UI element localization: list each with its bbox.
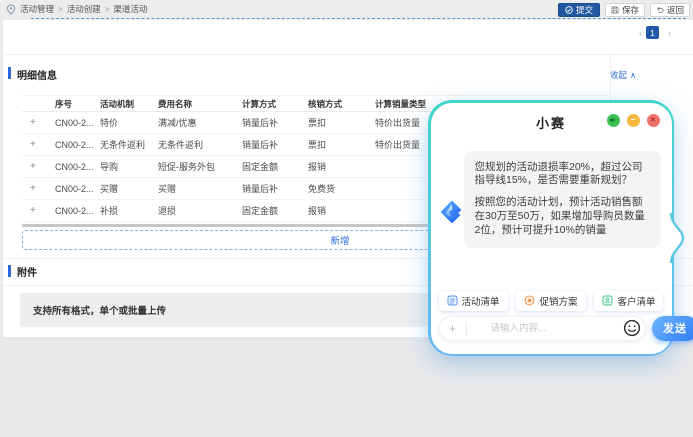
check-circle-icon [565,6,573,14]
chip-promo-plan[interactable]: 促销方案 [516,291,585,311]
assistant-message: 按照您的活动计划，预计活动销售额在30万至50万，如果增加导购员数量2位，预计可… [475,196,650,238]
bubble-tail [458,207,465,219]
cell-verify-method: 免费货 [303,182,370,195]
back-label: 返回 [667,4,684,16]
pagination-current-page[interactable]: 1 [646,26,659,39]
minimize-button[interactable]: − [627,114,640,127]
row-expand-icon[interactable]: + [22,183,50,194]
breadcrumb-item-activity-management[interactable]: 活动管理 [20,3,54,15]
save-label: 保存 [622,4,639,16]
collapse-label: 收起 [610,69,627,81]
header-seq: 序号 [50,98,95,110]
promotion-seal-icon [524,295,535,306]
upload-hint: 支持所有格式，单个或批量上传 [33,303,166,317]
chevron-up-icon: ∧ [630,70,636,81]
chip-label: 活动清单 [462,294,500,308]
chip-label: 客户清单 [617,294,655,308]
save-disk-icon [611,6,619,14]
cell-calc-method: 销量后补 [237,182,303,195]
cell-mechanism: 补损 [95,204,153,217]
submit-button[interactable]: 提交 [558,3,600,17]
back-button[interactable]: 返回 [650,3,690,17]
chip-activity-list[interactable]: 活动清单 [439,291,508,311]
close-button[interactable]: ✕ [647,114,660,127]
detail-section-title: 明细信息 [17,67,57,82]
breadcrumb-item-channel-activity[interactable]: 渠道活动 [113,3,147,15]
assistant-window-controls: − ✕ [607,114,660,127]
undo-arrow-icon [656,6,664,14]
assistant-message: 您规划的活动退损率20%，超过公司指导线15%，是否需要重新规划？ [475,161,650,189]
cell-mechanism: 导购 [95,160,153,173]
cell-fee-name: 退损 [153,204,237,217]
section-accent-bar [8,265,11,277]
cell-seq: CN00-2... [50,140,95,150]
save-button[interactable]: 保存 [605,3,645,17]
cell-seq: CN00-2... [50,118,95,128]
cell-fee-name: 买赠 [153,182,237,195]
breadcrumb-item-activity-create[interactable]: 活动创建 [67,3,101,15]
attach-plus-button[interactable]: + [440,321,466,336]
header-fee-name: 费用名称 [153,98,237,110]
attachment-section-title: 附件 [17,264,37,279]
assistant-panel: 小赛 − ✕ [431,103,672,354]
header-verify-method: 核销方式 [303,98,370,110]
cell-fee-name: 满减/优惠 [153,116,237,129]
submit-label: 提交 [576,4,593,16]
close-icon: ✕ [650,116,656,124]
section-accent-bar [8,67,11,79]
cell-calc-method: 销量后补 [237,116,303,129]
cell-fee-name: 无条件返利 [153,138,237,151]
cell-verify-method: 票扣 [303,116,370,129]
chip-label: 促销方案 [539,294,577,308]
speaker-icon [609,116,617,124]
row-expand-icon[interactable]: + [22,139,50,150]
cell-seq: CN00-2... [50,206,95,216]
chip-customer-list[interactable]: 客户清单 [594,291,663,311]
cell-verify-method: 票扣 [303,138,370,151]
activity-list-icon [447,295,458,306]
customer-badge-icon [602,295,613,306]
cell-mechanism: 买赠 [95,182,153,195]
message-input[interactable] [467,323,623,334]
cell-verify-method: 报销 [303,204,370,217]
assistant-message-bubble: 您规划的活动退损率20%，超过公司指导线15%，是否需要重新规划？ 按照您的活动… [464,151,661,248]
breadcrumb-separator: > [105,5,110,14]
assistant-input-row: + 发送 [439,316,664,341]
quick-action-chips: 活动清单 促销方案 客户清单 [439,291,664,311]
header-calc-method: 计算方式 [237,98,303,110]
cell-seq: CN00-2... [50,162,95,172]
breadcrumb-separator: > [58,5,63,14]
row-expand-icon[interactable]: + [22,161,50,172]
header-mechanism: 活动机制 [95,98,153,110]
cell-seq: CN00-2... [50,184,95,194]
collapse-toggle[interactable]: 收起 ∧ [610,69,636,81]
cell-verify-method: 报销 [303,160,370,173]
guide-dashed-line [31,18,686,19]
location-pin-icon [6,4,16,15]
assistant-bubble-tail [667,213,685,263]
row-expand-icon[interactable]: + [22,205,50,216]
cell-fee-name: 短促-服务外包 [153,160,237,173]
message-input-pill: + [439,316,646,341]
top-bar: 活动管理 > 活动创建 > 渠道活动 提交 保存 [0,0,693,20]
cell-calc-method: 销量后补 [237,138,303,151]
cell-calc-method: 固定金额 [237,204,303,217]
app-window: 活动管理 > 活动创建 > 渠道活动 提交 保存 [0,0,693,437]
section-divider [3,54,693,55]
breadcrumb: 活动管理 > 活动创建 > 渠道活动 [6,3,147,15]
cell-mechanism: 无条件返利 [95,138,153,151]
cell-calc-method: 固定金额 [237,160,303,173]
assistant-widget: 小赛 − ✕ [428,100,674,356]
voice-button[interactable] [607,114,620,127]
cell-mechanism: 特价 [95,116,153,129]
minimize-icon: − [631,116,636,124]
pagination-next-button[interactable]: › [663,26,676,39]
emoji-button[interactable] [623,319,641,337]
row-expand-icon[interactable]: + [22,117,50,128]
send-button[interactable]: 发送 [652,316,693,341]
